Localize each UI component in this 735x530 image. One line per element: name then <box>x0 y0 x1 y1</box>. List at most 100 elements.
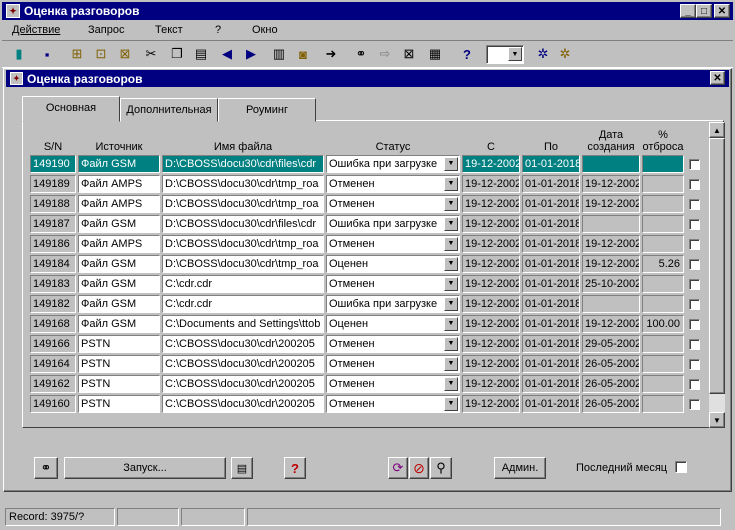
chevron-down-icon[interactable]: ▼ <box>444 337 458 351</box>
cell-from[interactable]: 19-12-2002 <box>462 215 520 233</box>
cell-from[interactable]: 19-12-2002 <box>462 335 520 353</box>
row-checkbox[interactable] <box>689 379 700 390</box>
cell-file[interactable]: C:\cdr.cdr <box>162 295 324 313</box>
cell-created[interactable] <box>582 155 640 173</box>
cell-drop[interactable] <box>642 235 684 253</box>
cell-sn[interactable]: 149190 <box>30 155 76 173</box>
binoculars-icon[interactable]: ⚭ <box>34 457 58 479</box>
status-select[interactable]: Отменен ▼ <box>326 335 460 353</box>
minimize-icon[interactable]: _ <box>680 4 696 18</box>
cell-to[interactable]: 01-01-2018 <box>522 335 580 353</box>
cell-drop[interactable] <box>642 395 684 413</box>
row-checkbox[interactable] <box>689 359 700 370</box>
cell-created[interactable]: 26-05-2002 <box>582 375 640 393</box>
chevron-down-icon[interactable]: ▼ <box>444 397 458 411</box>
cell-to[interactable]: 01-01-2018 <box>522 395 580 413</box>
cell-created[interactable]: 19-12-2002 <box>582 315 640 333</box>
delete-db-icon[interactable]: ⊠ <box>114 43 136 65</box>
trash-icon[interactable]: ◙ <box>292 43 314 65</box>
chevron-down-icon[interactable]: ▼ <box>444 217 458 231</box>
run-button[interactable]: Запуск... <box>64 457 226 479</box>
cell-from[interactable]: 19-12-2002 <box>462 375 520 393</box>
menu-window[interactable]: Окно <box>252 21 278 39</box>
cell-file[interactable]: D:\CBOSS\docu30\cdr\tmp_roa <box>162 175 324 193</box>
cell-to[interactable]: 01-01-2018 <box>522 215 580 233</box>
close-icon[interactable]: ✕ <box>710 71 725 85</box>
row-checkbox[interactable] <box>689 299 700 310</box>
cell-source[interactable]: PSTN <box>78 375 160 393</box>
cell-source[interactable]: Файл GSM <box>78 315 160 333</box>
chevron-down-icon[interactable]: ▼ <box>444 177 458 191</box>
zoom-select[interactable]: ▼ <box>486 45 524 64</box>
cell-file[interactable]: C:\CBOSS\docu30\cdr\200205 <box>162 355 324 373</box>
status-select[interactable]: Оценен ▼ <box>326 255 460 273</box>
door-exit-icon[interactable]: ▮ <box>8 43 30 65</box>
goto-icon[interactable]: ➜ <box>320 43 342 65</box>
prev-icon[interactable]: ◀ <box>216 43 238 65</box>
cell-from[interactable]: 19-12-2002 <box>462 255 520 273</box>
next-icon[interactable]: ▶ <box>240 43 262 65</box>
cell-drop[interactable]: 100.00 <box>642 315 684 333</box>
cell-to[interactable]: 01-01-2018 <box>522 195 580 213</box>
cut-icon[interactable]: ✂ <box>140 43 162 65</box>
help-icon[interactable]: ? <box>284 457 306 479</box>
tab-main[interactable]: Основная <box>22 96 120 122</box>
cell-file[interactable]: C:\CBOSS\docu30\cdr\200205 <box>162 335 324 353</box>
status-select[interactable]: Отменен ▼ <box>326 395 460 413</box>
cell-source[interactable]: PSTN <box>78 395 160 413</box>
cell-from[interactable]: 19-12-2002 <box>462 295 520 313</box>
row-checkbox[interactable] <box>689 399 700 410</box>
cell-to[interactable]: 01-01-2018 <box>522 255 580 273</box>
binoculars-icon[interactable]: ⚭ <box>350 43 372 65</box>
status-select[interactable]: Отменен ▼ <box>326 355 460 373</box>
cell-source[interactable]: Файл AMPS <box>78 235 160 253</box>
edit-query-icon[interactable]: ▤ <box>231 457 253 479</box>
cell-from[interactable]: 19-12-2002 <box>462 275 520 293</box>
row-checkbox[interactable] <box>689 179 700 190</box>
status-select[interactable]: Отменен ▼ <box>326 275 460 293</box>
cell-sn[interactable]: 149184 <box>30 255 76 273</box>
status-select[interactable]: Ошибка при загрузке ▼ <box>326 295 460 313</box>
cell-sn[interactable]: 149188 <box>30 195 76 213</box>
cell-sn[interactable]: 149164 <box>30 355 76 373</box>
cell-created[interactable]: 26-05-2002 <box>582 355 640 373</box>
cell-to[interactable]: 01-01-2018 <box>522 355 580 373</box>
cell-source[interactable]: Файл GSM <box>78 215 160 233</box>
chevron-down-icon[interactable]: ▼ <box>444 317 458 331</box>
chevron-down-icon[interactable]: ▼ <box>444 157 458 171</box>
cell-created[interactable] <box>582 215 640 233</box>
cell-from[interactable]: 19-12-2002 <box>462 175 520 193</box>
copy-db-icon[interactable]: ⊞ <box>66 43 88 65</box>
status-select[interactable]: Оценен ▼ <box>326 315 460 333</box>
chevron-down-icon[interactable]: ▼ <box>444 237 458 251</box>
row-checkbox[interactable] <box>689 279 700 290</box>
cell-to[interactable]: 01-01-2018 <box>522 175 580 193</box>
chevron-down-icon[interactable]: ▼ <box>444 297 458 311</box>
cell-drop[interactable] <box>642 375 684 393</box>
cell-file[interactable]: C:\cdr.cdr <box>162 275 324 293</box>
gear-icon[interactable]: ✲ <box>532 43 554 65</box>
cell-file[interactable]: D:\CBOSS\docu30\cdr\files\cdr <box>162 215 324 233</box>
arrow-icon[interactable]: ⇨ <box>374 43 396 65</box>
maximize-icon[interactable]: □ <box>696 4 712 18</box>
query-icon[interactable]: ⊡ <box>90 43 112 65</box>
cell-from[interactable]: 19-12-2002 <box>462 195 520 213</box>
status-select[interactable]: Отменен ▼ <box>326 175 460 193</box>
cell-created[interactable] <box>582 295 640 313</box>
menu-text[interactable]: Текст <box>155 21 183 39</box>
row-checkbox[interactable] <box>689 159 700 170</box>
cell-drop[interactable] <box>642 215 684 233</box>
cell-to[interactable]: 01-01-2018 <box>522 375 580 393</box>
row-checkbox[interactable] <box>689 319 700 330</box>
menu-help[interactable]: ? <box>215 21 221 39</box>
cell-sn[interactable]: 149186 <box>30 235 76 253</box>
cell-to[interactable]: 01-01-2018 <box>522 315 580 333</box>
row-checkbox[interactable] <box>689 219 700 230</box>
cell-created[interactable]: 19-12-2002 <box>582 255 640 273</box>
chevron-down-icon[interactable]: ▼ <box>444 377 458 391</box>
menu-action[interactable]: Действие <box>12 21 60 39</box>
cell-drop[interactable]: 5.26 <box>642 255 684 273</box>
row-checkbox[interactable] <box>689 239 700 250</box>
cell-created[interactable]: 26-05-2002 <box>582 395 640 413</box>
paste-icon[interactable]: ▤ <box>190 43 212 65</box>
